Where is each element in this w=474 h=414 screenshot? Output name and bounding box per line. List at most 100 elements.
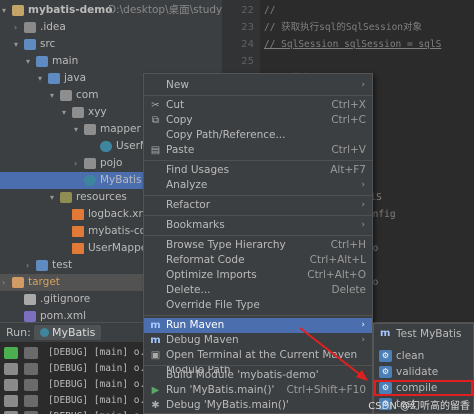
toolbar-icon[interactable] xyxy=(24,347,38,359)
tree-item-label: java xyxy=(64,72,86,84)
maven-goal-label: validate xyxy=(396,366,439,378)
folder-icon xyxy=(48,73,60,84)
class-icon xyxy=(84,175,96,186)
context-menu: New › ✂ Cut Ctrl+X ⧉ Copy Ctrl+C Copy Path/Refer… xyxy=(143,73,373,414)
menu-item-label: Override File Type xyxy=(166,299,260,311)
menu-item-copy[interactable]: ⧉ Copy Ctrl+C xyxy=(144,113,372,128)
tree-item-1[interactable]: › .idea xyxy=(0,19,222,36)
chevron-down-icon[interactable]: ▾ xyxy=(2,2,10,19)
chevron-right-icon[interactable]: › xyxy=(14,19,22,36)
menu-item-run-maven[interactable]: m Run Maven › xyxy=(144,318,372,333)
menu-item-copy-path-reference[interactable]: Copy Path/Reference... xyxy=(144,128,372,143)
menu-item-reformat-code[interactable]: Reformat Code Ctrl+Alt+L xyxy=(144,253,372,268)
toolbar-icon[interactable] xyxy=(24,395,38,407)
menu-item-label: Optimize Imports xyxy=(166,269,257,281)
chevron-right-icon[interactable]: › xyxy=(74,155,82,172)
tree-item-label: test xyxy=(52,259,73,271)
chevron-down-icon[interactable]: ▾ xyxy=(50,189,58,206)
chevron-down-icon[interactable]: ▾ xyxy=(74,121,82,138)
menu-item-browse-type-hierarchy[interactable]: Browse Type Hierarchy Ctrl+H xyxy=(144,238,372,253)
menu-separator xyxy=(144,95,372,96)
console-line: [DEBUG] [main] o. xyxy=(48,395,146,406)
menu-shortcut: Ctrl+Alt+O xyxy=(307,269,366,281)
maven-goal-label: clean xyxy=(396,350,425,362)
tree-item-label: pojo xyxy=(100,157,123,169)
chevron-right-icon[interactable]: › xyxy=(2,274,10,291)
package-icon xyxy=(60,90,72,101)
menu-item-find-usages[interactable]: Find Usages Alt+F7 xyxy=(144,163,372,178)
toolbar-icon[interactable] xyxy=(24,379,38,391)
tree-item-label: src xyxy=(40,38,56,50)
chevron-right-icon: › xyxy=(361,335,365,345)
tree-item-3[interactable]: ▾ main xyxy=(0,53,222,70)
console-line: [DEBUG] [main] o. xyxy=(48,379,146,390)
menu-item-bookmarks[interactable]: Bookmarks › xyxy=(144,218,372,233)
stop-icon[interactable] xyxy=(4,363,18,375)
menu-item-analyze[interactable]: Analyze › xyxy=(144,178,372,193)
menu-shortcut: Ctrl+H xyxy=(330,239,366,251)
menu-item-label: Bookmarks xyxy=(166,219,225,231)
folder-icon xyxy=(60,192,72,203)
code-line: // xyxy=(264,5,276,16)
menu-item-label: Delete... xyxy=(166,284,211,296)
menu-item-label: Reformat Code xyxy=(166,254,245,266)
menu-item-run-mybatis-main[interactable]: ▶ Run 'MyBatis.main()' Ctrl+Shift+F10 xyxy=(144,383,372,398)
chevron-right-icon: › xyxy=(361,180,365,190)
chevron-right-icon[interactable]: › xyxy=(26,257,34,274)
chevron-down-icon[interactable]: ▾ xyxy=(14,36,22,53)
class-icon xyxy=(40,328,49,337)
code-line: // 获取执行sql的SqlSession对象 xyxy=(264,22,423,33)
menu-item-icon: m xyxy=(150,320,161,331)
menu-shortcut: Delete xyxy=(331,284,367,296)
menu-item-refactor[interactable]: Refactor › xyxy=(144,198,372,213)
menu-item-label: Run Maven xyxy=(166,319,225,331)
menu-separator xyxy=(144,315,372,316)
menu-item-override-file-type[interactable]: Override File Type xyxy=(144,298,372,313)
maven-goal-clean[interactable]: ⚙ clean xyxy=(374,348,473,364)
console-line: [DEBUG] [main] o. xyxy=(48,347,146,358)
menu-item-paste[interactable]: ▤ Paste Ctrl+V xyxy=(144,143,372,158)
project-path: D:\desktop\桌面\study_dir\mav xyxy=(108,4,222,16)
rerun-icon[interactable] xyxy=(4,347,18,359)
toolbar-icon[interactable] xyxy=(24,363,38,375)
folder-icon xyxy=(36,56,48,67)
menu-item-icon: ▶ xyxy=(151,385,160,396)
menu-shortcut: Ctrl+Alt+L xyxy=(309,254,366,266)
menu-item-debug-mybatis-main[interactable]: ✱ Debug 'MyBatis.main()' xyxy=(144,398,372,413)
menu-item-build-module-mybatis-demo[interactable]: Build Module 'mybatis-demo' xyxy=(144,368,372,383)
tree-item-label: main xyxy=(52,55,79,67)
run-tab-mybatis[interactable]: MyBatis xyxy=(34,325,102,340)
menu-item-label: Build Module 'mybatis-demo' xyxy=(166,369,319,381)
line-number: 22 xyxy=(241,5,254,16)
menu-item-open-terminal-at-the-current-maven-module-path[interactable]: ▣ Open Terminal at the Current Maven Modu… xyxy=(144,348,372,376)
maven-goal-compile[interactable]: ⚙ compile xyxy=(374,380,473,396)
chevron-down-icon[interactable]: ▾ xyxy=(50,87,58,104)
chevron-down-icon[interactable]: ▾ xyxy=(62,104,70,121)
maven-icon xyxy=(24,311,36,322)
chevron-right-icon: › xyxy=(361,200,365,210)
maven-goal-icon: ⚙ xyxy=(379,350,392,362)
package-icon xyxy=(84,124,96,135)
menu-item-cut[interactable]: ✂ Cut Ctrl+X xyxy=(144,98,372,113)
tree-item-2[interactable]: ▾ src xyxy=(0,36,222,53)
maven-goal-validate[interactable]: ⚙ validate xyxy=(374,364,473,380)
folder-icon xyxy=(12,5,24,16)
menu-separator xyxy=(144,235,372,236)
menu-item-new[interactable]: New › xyxy=(144,78,372,93)
maven-goal-label: compile xyxy=(396,382,438,394)
menu-shortcut: Ctrl+C xyxy=(331,114,366,126)
tree-item-label: pom.xml xyxy=(40,310,87,322)
scroll-icon[interactable] xyxy=(4,379,18,391)
menu-item-delete[interactable]: Delete... Delete xyxy=(144,283,372,298)
chevron-down-icon[interactable]: ▾ xyxy=(26,53,34,70)
tree-item-label: target xyxy=(28,276,60,288)
run-label: Run: xyxy=(6,326,31,339)
submenu-header: m Test MyBatis xyxy=(374,326,473,342)
menu-item-optimize-imports[interactable]: Optimize Imports Ctrl+Alt+O xyxy=(144,268,372,283)
line-number: 25 xyxy=(241,56,254,67)
menu-item-debug-maven[interactable]: m Debug Maven › xyxy=(144,333,372,348)
chevron-down-icon[interactable]: ▾ xyxy=(38,70,46,87)
print-icon[interactable] xyxy=(4,395,18,407)
package-icon xyxy=(72,107,84,118)
tree-item-0[interactable]: ▾ mybatis-demoD:\desktop\桌面\study_dir\mav xyxy=(0,2,222,19)
